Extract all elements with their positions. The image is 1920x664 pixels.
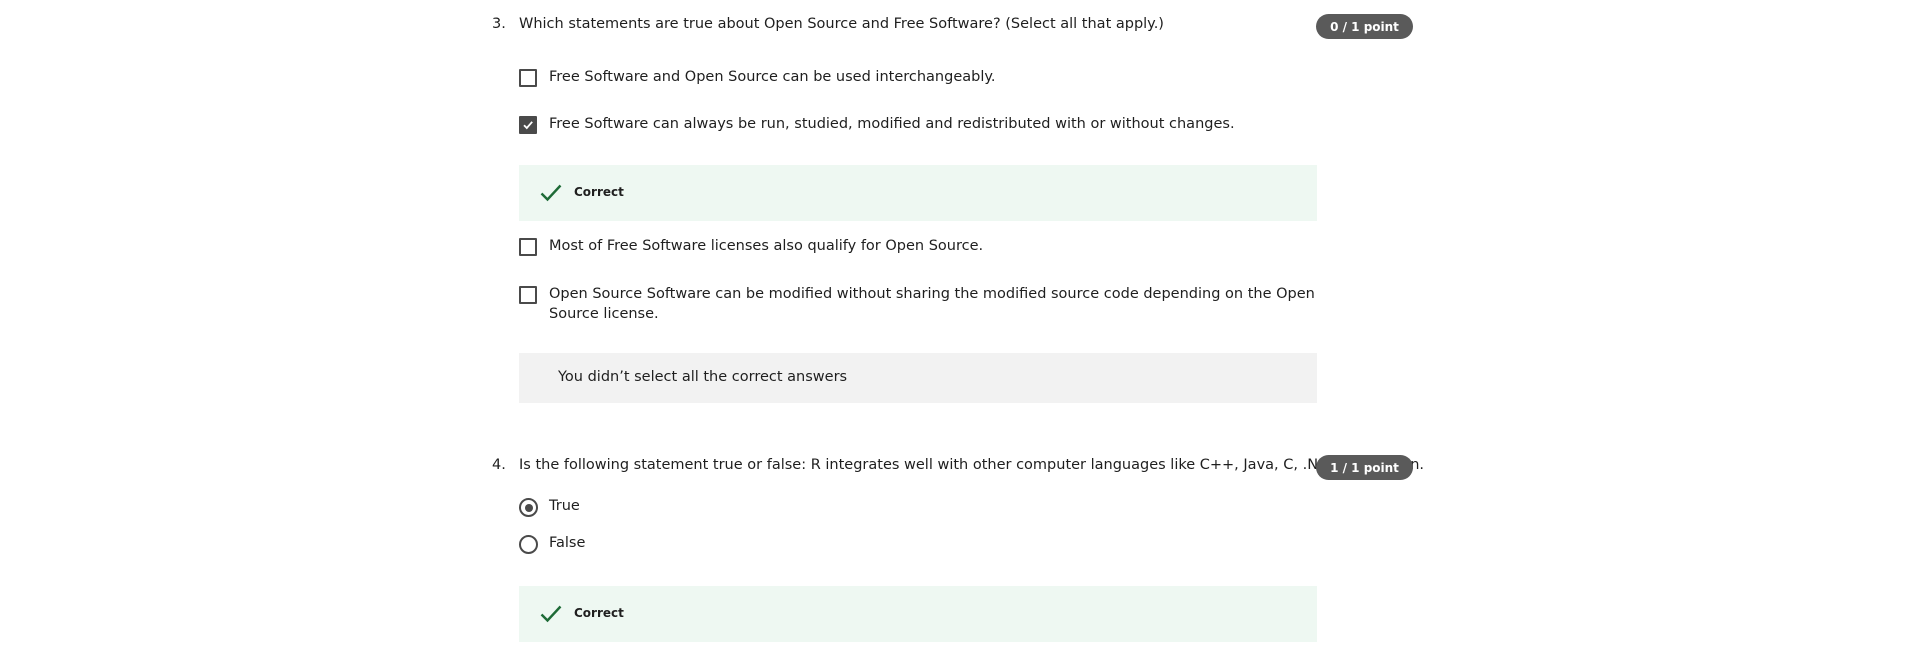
option-label: False [549, 535, 586, 551]
feedback-label: Correct [574, 606, 624, 620]
option-label: Most of Free Software licenses also qual… [549, 238, 984, 254]
feedback-label: Correct [574, 185, 624, 199]
check-icon [540, 605, 562, 623]
feedback-correct: Correct [519, 586, 1317, 642]
option-label: Free Software can always be run, studied… [549, 116, 1235, 132]
radio-button[interactable] [519, 535, 538, 554]
option-label: Free Software and Open Source can be use… [549, 69, 996, 85]
check-icon [540, 184, 562, 202]
question-header: 4. Is the following statement true or fa… [492, 455, 1424, 480]
question-header: 3. Which statements are true about Open … [492, 14, 1417, 39]
question-number: 4. [492, 457, 506, 473]
question-4: 4. Is the following statement true or fa… [492, 455, 1424, 642]
points-badge: 1 / 1 point [1316, 455, 1413, 480]
feedback-message: You didn’t select all the correct answer… [558, 369, 848, 385]
checkbox[interactable] [519, 69, 537, 87]
radio-button-selected[interactable] [519, 498, 538, 517]
option-feedback-correct: Correct [519, 165, 1317, 221]
question-feedback: You didn’t select all the correct answer… [519, 353, 1317, 403]
points-badge: 0 / 1 point [1316, 14, 1413, 39]
checkbox-check-icon [523, 121, 533, 130]
quiz-results-page: 3. Which statements are true about Open … [0, 0, 1920, 664]
checkbox[interactable] [519, 286, 537, 304]
checkbox-checked[interactable] [519, 116, 537, 134]
question-text: Is the following statement true or false… [519, 457, 1425, 473]
question-3: 3. Which statements are true about Open … [492, 14, 1417, 403]
checkbox[interactable] [519, 238, 537, 256]
option-label: Open Source Software can be modified wit… [549, 286, 1315, 322]
question-number: 3. [492, 16, 506, 32]
option-label: True [549, 498, 580, 514]
question-text: Which statements are true about Open Sou… [519, 16, 1164, 32]
